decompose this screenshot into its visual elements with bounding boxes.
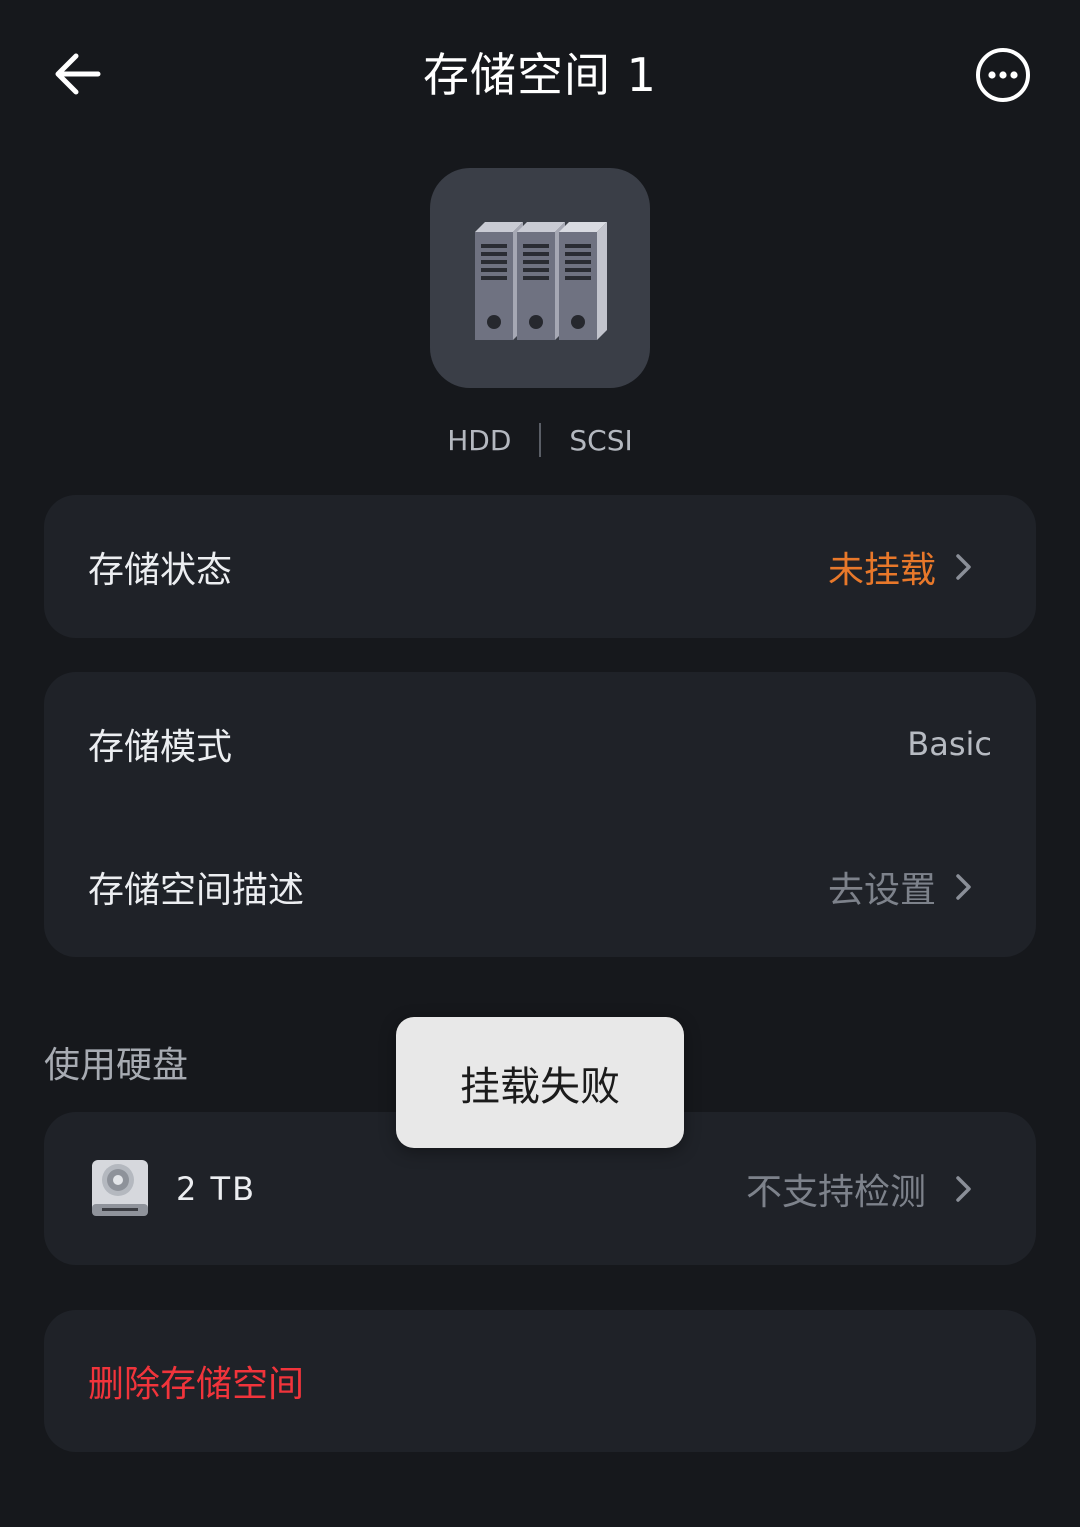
disk-status-wrap: 不支持检测 bbox=[746, 1163, 976, 1215]
tag-hdd: HDD bbox=[447, 423, 512, 457]
app-header: 存储空间 1 bbox=[0, 0, 1080, 150]
delete-card: 删除存储空间 bbox=[44, 1310, 1036, 1452]
storage-status-label: 存储状态 bbox=[88, 549, 233, 591]
disk-status: 不支持检测 bbox=[745, 1171, 926, 1213]
storage-device-tile bbox=[430, 168, 650, 388]
storage-cabinet-icon bbox=[475, 222, 607, 340]
more-dots-icon bbox=[976, 48, 1030, 102]
chevron-right-icon bbox=[954, 1174, 976, 1204]
storage-status-value: 未挂载 bbox=[827, 549, 936, 591]
hard-disk-icon bbox=[92, 1160, 148, 1216]
storage-description-label: 存储空间描述 bbox=[88, 869, 305, 911]
storage-description-value-wrap: 去设置 bbox=[828, 861, 976, 913]
chevron-right-icon bbox=[954, 552, 976, 582]
storage-description-value: 去设置 bbox=[827, 869, 936, 911]
disks-section-title: 使用硬盘 bbox=[44, 1045, 189, 1086]
more-button[interactable] bbox=[972, 44, 1034, 106]
disk-size: 2 TB bbox=[176, 1169, 257, 1208]
storage-status-row[interactable]: 存储状态 未挂载 bbox=[44, 495, 1036, 638]
device-tags: HDD SCSI bbox=[0, 418, 1080, 462]
storage-mode-row: 存储模式 Basic bbox=[44, 672, 1036, 816]
page-title: 存储空间 1 bbox=[423, 48, 657, 102]
delete-storage-button[interactable]: 删除存储空间 bbox=[44, 1310, 1036, 1452]
storage-status-card: 存储状态 未挂载 bbox=[44, 495, 1036, 638]
toast-mount-failed: 挂载失败 bbox=[396, 1017, 684, 1148]
storage-info-card: 存储模式 Basic 存储空间描述 去设置 bbox=[44, 672, 1036, 957]
storage-description-row[interactable]: 存储空间描述 去设置 bbox=[44, 816, 1036, 957]
storage-mode-value: Basic bbox=[907, 725, 992, 763]
chevron-right-icon bbox=[954, 872, 976, 902]
delete-storage-label: 删除存储空间 bbox=[88, 1364, 305, 1405]
tag-scsi: SCSI bbox=[569, 423, 633, 457]
tag-divider bbox=[539, 423, 542, 457]
storage-mode-label: 存储模式 bbox=[88, 727, 233, 768]
storage-status-value-wrap: 未挂载 bbox=[828, 541, 976, 593]
